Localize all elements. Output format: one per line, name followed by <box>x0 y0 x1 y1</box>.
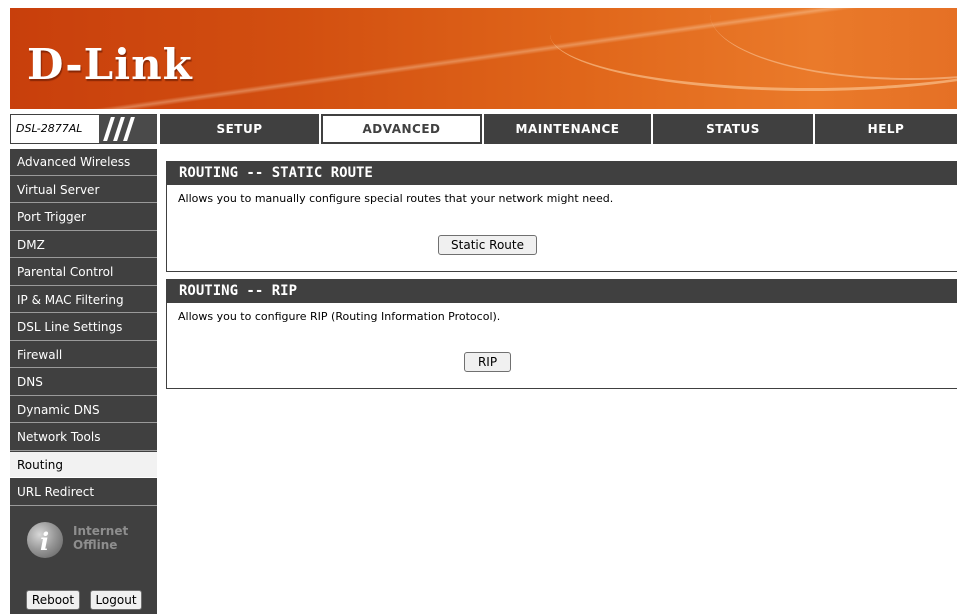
static-route-section: ROUTING -- STATIC ROUTE Allows you to ma… <box>166 161 957 272</box>
header-banner: D-Link <box>10 8 957 109</box>
internet-status: i Internet Offline <box>10 518 157 568</box>
rip-section: ROUTING -- RIP Allows you to configure R… <box>166 279 957 389</box>
internet-status-line2: Offline <box>73 538 118 552</box>
dlink-logo: D-Link <box>27 40 193 89</box>
tab-setup[interactable]: SETUP <box>160 114 319 144</box>
sidebar-item-label: Parental Control <box>17 265 114 279</box>
sidebar-item-virtual-server[interactable]: Virtual Server <box>10 176 157 203</box>
sidebar-item-label: DNS <box>17 375 43 389</box>
reboot-button[interactable]: Reboot <box>26 590 80 610</box>
model-box: DSL-2877AL <box>10 114 157 144</box>
rip-button[interactable]: RIP <box>464 352 511 372</box>
sidebar-item-label: DMZ <box>17 237 45 252</box>
sidebar-item-label: Firewall <box>17 347 63 362</box>
sidebar-item-dns[interactable]: DNS <box>10 369 157 396</box>
sidebar-item-routing[interactable]: Routing <box>10 451 157 478</box>
sidebar-item-label: Dynamic DNS <box>17 402 100 417</box>
sidebar-item-parental-control[interactable]: Parental Control <box>10 259 157 286</box>
sidebar-item-label: DSL Line Settings <box>17 320 123 334</box>
tab-maintenance[interactable]: MAINTENANCE <box>484 114 651 144</box>
internet-globe-icon: i <box>27 522 63 558</box>
sidebar-item-label: Virtual Server <box>17 182 100 197</box>
sidebar-item-advanced-wireless[interactable]: Advanced Wireless <box>10 149 157 176</box>
sidebar-item-dmz[interactable]: DMZ <box>10 231 157 258</box>
tab-status[interactable]: STATUS <box>653 114 813 144</box>
sidebar-item-ip-mac-filtering[interactable]: IP & MAC Filtering <box>10 286 157 313</box>
sidebar-item-port-trigger[interactable]: Port Trigger <box>10 204 157 231</box>
sidebar-item-label: Routing <box>17 457 64 472</box>
internet-status-label: Internet Offline <box>73 524 128 552</box>
static-route-description: Allows you to manually configure special… <box>178 192 614 205</box>
slash-decoration-icon <box>99 115 157 143</box>
internet-status-line1: Internet <box>73 524 129 538</box>
sidebar-item-dsl-line-settings[interactable]: DSL Line Settings <box>10 314 157 341</box>
sidebar-item-network-tools[interactable]: Network Tools <box>10 424 157 451</box>
top-nav: SETUP ADVANCED MAINTENANCE STATUS HELP <box>160 114 957 144</box>
rip-title: ROUTING -- RIP <box>167 279 957 303</box>
sidebar-item-dynamic-dns[interactable]: Dynamic DNS <box>10 396 157 423</box>
rip-description: Allows you to configure RIP (Routing Inf… <box>178 310 501 323</box>
logout-button[interactable]: Logout <box>90 590 142 610</box>
sidebar-item-label: Port Trigger <box>17 210 86 224</box>
model-label: DSL-2877AL <box>16 122 83 135</box>
sidebar-item-label: IP & MAC Filtering <box>17 292 124 307</box>
tab-help[interactable]: HELP <box>815 114 957 144</box>
static-route-title: ROUTING -- STATIC ROUTE <box>167 161 957 185</box>
sidebar-item-label: URL Redirect <box>17 485 95 499</box>
sidebar-item-label: Advanced Wireless <box>17 155 131 169</box>
sidebar-item-label: Network Tools <box>17 430 101 444</box>
sidebar-item-firewall[interactable]: Firewall <box>10 341 157 368</box>
static-route-button[interactable]: Static Route <box>438 235 537 255</box>
sidebar-item-url-redirect[interactable]: URL Redirect <box>10 479 157 506</box>
tab-advanced[interactable]: ADVANCED <box>321 114 482 144</box>
